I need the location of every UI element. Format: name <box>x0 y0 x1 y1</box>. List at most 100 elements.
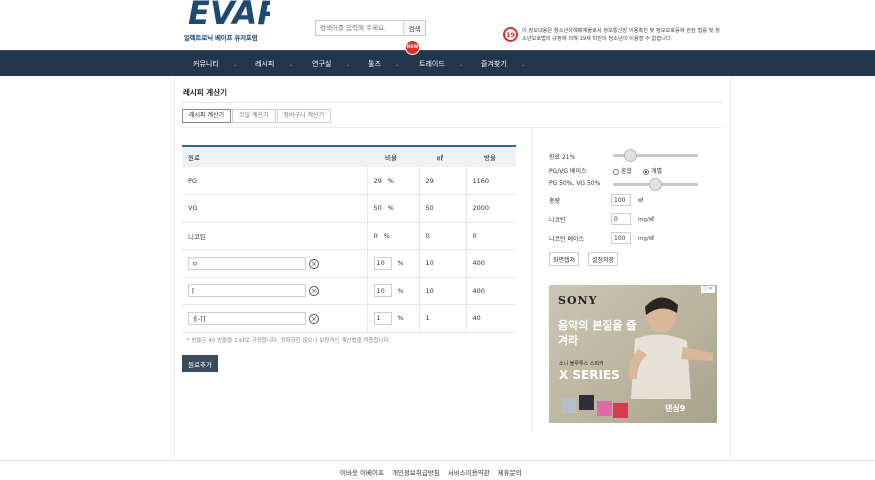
ratio-input[interactable] <box>373 256 392 270</box>
ratio-value: 50 <box>373 204 382 213</box>
sony-logo: SONY <box>558 294 598 307</box>
search-box: 검색 <box>315 20 426 36</box>
nav-item-lab[interactable]: 연구실 ⌄ <box>312 51 350 77</box>
logo-text: EVAPE <box>188 0 270 28</box>
percent-unit: % <box>383 231 390 240</box>
radio-button-checked[interactable] <box>643 168 649 175</box>
footer-link-partnership[interactable]: 제휴문의 <box>498 467 522 477</box>
percent-unit: % <box>397 259 404 268</box>
table-row: × % 1 40 <box>182 304 516 333</box>
radio-button[interactable] <box>613 168 619 175</box>
nicotine-base-unit: mg/㎖ <box>638 236 655 242</box>
ingredient-name-input[interactable] <box>188 284 306 298</box>
page-title: 레시피 계산기 <box>183 88 228 97</box>
ml-cell: 1 <box>418 304 466 333</box>
sony-advertisement[interactable]: SONY 음악의 본질을 즐겨라 소니 블루투스 스피커 X SERIES 댄싱… <box>549 285 717 423</box>
site-header: EVAPE 일렉트로닉 베이프 유저포럼 검색 19 이 정보내용은 청소년유해… <box>0 0 875 50</box>
nav-item-tools[interactable]: 툴즈 ⌄ <box>368 51 400 77</box>
ad-choices-icon[interactable]: ⓘ✕ <box>701 286 715 293</box>
drops-cell: 400 <box>465 277 516 305</box>
footer-link-about[interactable]: 이바옷 이베이프 <box>340 467 384 477</box>
nav-label: 커뮤니티 <box>193 60 219 68</box>
ingredient-name: VG <box>182 194 367 223</box>
footer-link-privacy[interactable]: 개인정보취급방침 <box>392 467 440 477</box>
drops-cell: 2000 <box>465 194 516 223</box>
search-input[interactable] <box>316 21 403 35</box>
speaker-icon <box>613 403 628 418</box>
screenshot-button[interactable]: 화면캡쳐 <box>549 252 580 266</box>
col-header-ratio: 비율 <box>367 145 419 167</box>
new-badge: NEW <box>405 40 420 55</box>
percent-unit: % <box>397 286 404 295</box>
percent-unit: % <box>387 176 394 185</box>
drops-cell: 400 <box>465 249 516 278</box>
col-header-drops: 방울 <box>466 145 516 167</box>
main-nav: 커뮤니티 ⌄ 레시피 ⌄ 연구실 ⌄ 툴즈 ⌄ 트레이드 ⌄ 즐겨찾기 ⌄ <box>0 50 875 76</box>
ratio-cell: % <box>366 277 419 305</box>
ad-headline: 음악의 본질을 즐겨라 <box>558 319 637 347</box>
nav-label: 트레이드 <box>419 60 445 68</box>
speaker-icon <box>561 398 576 413</box>
ingredient-name: 니코틴 <box>182 222 367 250</box>
col-header-ml: ㎖ <box>419 145 466 167</box>
ratio-value: 0 <box>373 231 378 240</box>
ingredient-cell: × <box>182 277 367 305</box>
tab-recipe-calculator[interactable]: 레시피 계산기 <box>182 109 232 123</box>
percent-unit: % <box>397 314 404 323</box>
nav-label: 툴즈 <box>368 60 381 68</box>
flavor-ratio-label: 향료 21% <box>549 154 576 161</box>
ingredient-name-input[interactable] <box>188 256 306 270</box>
table-row: × % 10 400 <box>182 277 516 305</box>
ingredient-name-input[interactable] <box>188 311 306 325</box>
tab-coil-calculator[interactable]: 코일 계산기 <box>232 109 276 123</box>
radio-label: 혼합 <box>621 168 633 175</box>
nicotine-unit: mg/㎖ <box>638 217 655 223</box>
nav-label: 레시피 <box>255 60 275 68</box>
add-ingredient-button[interactable]: 원료추가 <box>182 355 218 372</box>
ml-cell: 10 <box>418 277 466 305</box>
nicotine-base-input[interactable] <box>611 232 631 244</box>
speaker-icon <box>579 395 594 410</box>
remove-icon[interactable]: × <box>309 285 319 296</box>
ratio-cell: 0% <box>366 222 419 250</box>
nicotine-input[interactable] <box>611 213 631 225</box>
remove-icon[interactable]: × <box>309 314 319 325</box>
chevron-down-icon: ⌄ <box>394 61 400 68</box>
remove-icon[interactable]: × <box>309 259 319 270</box>
table-row: PG 29% 29 1160 <box>182 167 516 195</box>
table-header-row: 원료 비율 ㎖ 방울 <box>182 145 516 167</box>
section-divider <box>182 127 722 128</box>
ml-cell: 10 <box>418 249 466 278</box>
ad-tag: 댄싱9 <box>665 404 686 413</box>
search-button[interactable]: 검색 <box>403 21 425 35</box>
ml-cell: 29 <box>418 167 466 195</box>
table-row: × % 10 400 <box>182 249 516 278</box>
speaker-icon <box>597 401 612 416</box>
ratio-input[interactable] <box>373 311 392 325</box>
nav-label: 연구실 <box>312 60 332 68</box>
drops-cell: 1160 <box>465 167 516 195</box>
evape-logo[interactable]: EVAPE <box>186 0 270 28</box>
nav-item-community[interactable]: 커뮤니티 ⌄ <box>193 51 238 77</box>
nav-item-trade[interactable]: 트레이드 ⌄ <box>419 51 464 77</box>
save-settings-button[interactable]: 설정저장 <box>588 252 619 266</box>
footer-divider <box>0 460 875 461</box>
chevron-down-icon: ⌄ <box>288 61 294 68</box>
total-input[interactable] <box>611 194 631 206</box>
ratio-input[interactable] <box>373 284 392 298</box>
percent-unit: % <box>387 204 394 213</box>
radio-mixed[interactable]: 혼합 <box>613 166 632 175</box>
radio-separate[interactable]: 개별 <box>643 166 662 175</box>
pgvg-slider-thumb[interactable] <box>649 178 662 191</box>
recipe-table: 원료 비율 ㎖ 방울 PG 29% 29 1160 VG 50% 50 2000… <box>182 145 516 333</box>
ad-series: X SERIES <box>559 368 620 382</box>
pgvg-ratio-label: PG 50%, VG 50% <box>549 180 601 187</box>
ratio-cell: 50% <box>366 194 419 223</box>
footer-link-terms[interactable]: 서비스이용약관 <box>448 467 490 477</box>
tab-cart-calculator[interactable]: 장바구니 계산기 <box>276 109 332 123</box>
nav-item-favorites[interactable]: 즐겨찾기 ⌄ <box>481 51 526 77</box>
drops-footnote: * 방울은 40 방울을 1 ㎖로 가정합니다. 정확하진 않으나 보편적인 계… <box>187 338 391 344</box>
nav-item-recipe[interactable]: 레시피 ⌄ <box>255 51 293 77</box>
col-header-ingredient: 원료 <box>182 145 367 167</box>
ingredient-cell: × <box>182 249 367 278</box>
